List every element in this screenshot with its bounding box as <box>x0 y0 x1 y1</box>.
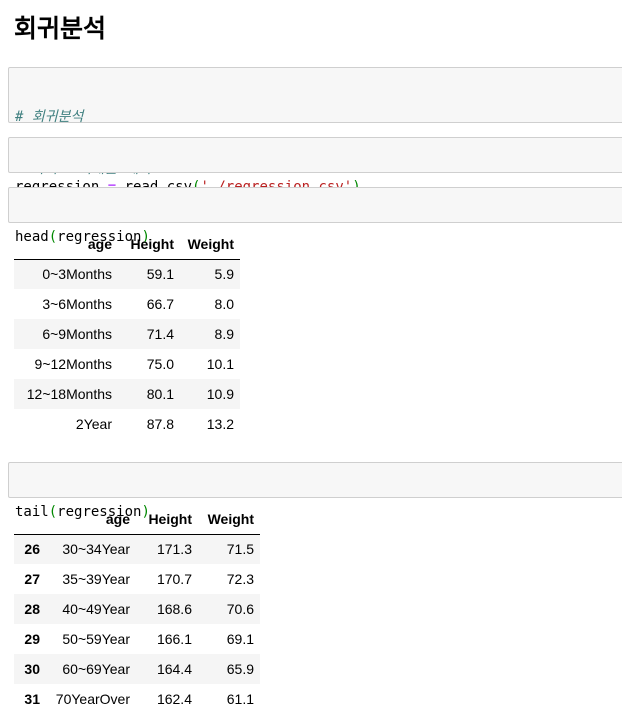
tail-output-table: age Height Weight 26 30~34Year 171.3 71.5 2… <box>14 504 260 714</box>
column-header: Height <box>118 229 180 260</box>
table-cell: 30~34Year <box>62 541 130 558</box>
table-row: 30 60~69Year 164.4 65.9 <box>14 654 260 684</box>
table-row: 28 40~49Year 168.6 70.6 <box>14 594 260 624</box>
table-cell: 10.9 <box>206 386 234 402</box>
column-header: age <box>46 504 136 535</box>
head-output-table: age Height Weight 0~3Months 59.1 5.9 3~6Mo… <box>14 229 240 439</box>
table-cell: 6~9Months <box>42 326 112 342</box>
table-row: 2Year 87.8 13.2 <box>14 409 240 439</box>
column-header: age <box>14 229 118 260</box>
table-cell: 66.7 <box>146 296 174 312</box>
row-index: 30 <box>24 661 40 677</box>
row-index: 29 <box>24 631 40 647</box>
table-cell: 3~6Months <box>42 296 112 312</box>
head-cell[interactable]: head(regression) <box>8 187 622 245</box>
table-row: 9~12Months 75.0 10.1 <box>14 349 240 379</box>
table-cell: 164.4 <box>156 661 192 677</box>
table-cell: 69.1 <box>226 631 254 647</box>
table-cell: 166.1 <box>156 631 192 647</box>
table-cell: 170.7 <box>156 571 192 587</box>
table-row: 0~3Months 59.1 5.9 <box>14 259 240 289</box>
tail-cell[interactable]: tail(regression) <box>8 462 622 520</box>
table-cell: 80.1 <box>146 386 174 402</box>
table-cell: 72.3 <box>226 571 254 587</box>
table-cell: 5.9 <box>214 266 234 283</box>
table-cell: 60~69Year <box>62 661 130 677</box>
column-header: Height <box>136 504 198 535</box>
table-cell: 8.9 <box>214 326 234 342</box>
table-row: 12~18Months 80.1 10.9 <box>14 379 240 409</box>
row-index: 26 <box>24 541 40 558</box>
table-header-row: age Height Weight <box>14 229 240 260</box>
comment-cell[interactable]: # 회귀분석 # 과거로 미래를 예측 <box>8 67 622 177</box>
table-cell: 13.2 <box>206 416 234 432</box>
index-header <box>14 504 46 535</box>
table-cell: 65.9 <box>226 661 254 677</box>
table-cell: 0~3Months <box>42 266 112 283</box>
table-row: 3~6Months 66.7 8.0 <box>14 289 240 319</box>
table-header-row: age Height Weight <box>14 504 260 535</box>
table-row: 27 35~39Year 170.7 72.3 <box>14 564 260 594</box>
table-cell: 75.0 <box>146 356 174 372</box>
table-row: 26 30~34Year 171.3 71.5 <box>14 534 260 564</box>
table-cell: 40~49Year <box>62 601 130 617</box>
read-csv-cell[interactable]: regression = read.csv('./regression.csv'… <box>8 137 622 195</box>
table-cell: 35~39Year <box>62 571 130 587</box>
column-header: Weight <box>180 229 240 260</box>
table-cell: 10.1 <box>206 356 234 372</box>
table-cell: 168.6 <box>156 601 192 617</box>
table-cell: 50~59Year <box>62 631 130 647</box>
table-cell: 171.3 <box>156 541 192 558</box>
table-cell: 70.6 <box>226 601 254 617</box>
table-cell: 71.5 <box>226 541 254 558</box>
comment-line-1: # 회귀분석 <box>15 109 84 125</box>
table-cell: 2Year <box>75 416 112 432</box>
table-cell: 59.1 <box>146 266 174 283</box>
table-row: 29 50~59Year 166.1 69.1 <box>14 624 260 654</box>
row-index: 27 <box>24 571 40 587</box>
table-cell: 87.8 <box>146 416 174 432</box>
table-cell: 12~18Months <box>26 386 112 402</box>
table-cell: 9~12Months <box>34 356 112 372</box>
table-cell: 71.4 <box>146 326 174 342</box>
table-row: 6~9Months 71.4 8.9 <box>14 319 240 349</box>
table-cell: 8.0 <box>214 296 234 312</box>
row-index: 28 <box>24 601 40 617</box>
column-header: Weight <box>198 504 260 535</box>
notebook-title: 회귀분석 <box>14 14 107 43</box>
